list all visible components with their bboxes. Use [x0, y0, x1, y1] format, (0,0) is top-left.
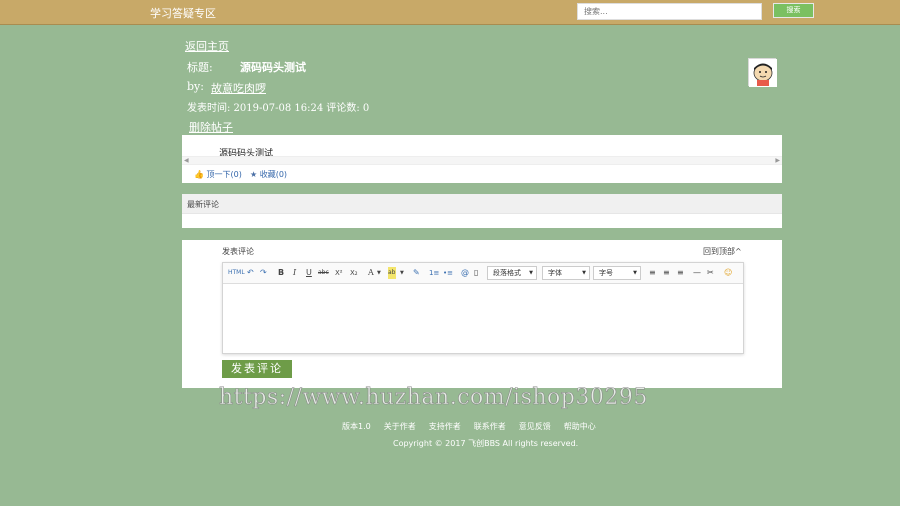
back-home-link[interactable]: 返回主页: [185, 38, 229, 54]
star-icon: ★: [250, 170, 258, 179]
superscript-button[interactable]: X²: [335, 267, 343, 279]
thumbs-up-icon: 👍: [194, 170, 204, 179]
unordered-list-icon[interactable]: •≡: [443, 267, 453, 279]
search-button[interactable]: 搜索: [773, 3, 814, 18]
clear-format-icon[interactable]: ✂: [707, 267, 714, 279]
undo-icon[interactable]: ↶: [247, 267, 254, 279]
format-brush-icon[interactable]: ✎: [413, 267, 420, 279]
avatar[interactable]: [748, 58, 777, 87]
post-content-box: 源码码头测试 ◀ ▶ 👍 顶一下(0) ★ 收藏(0): [182, 135, 782, 183]
font-color-button[interactable]: A: [368, 267, 374, 279]
post-title: 源码码头测试: [240, 61, 306, 74]
chevron-down-icon: ▼: [529, 270, 533, 276]
copyright: Copyright © 2017 飞创BBS All rights reserv…: [393, 439, 579, 448]
footer-links: 版本1.0 关于作者 支持作者 联系作者 意见反馈 帮助中心: [342, 421, 609, 432]
underline-button[interactable]: U: [306, 267, 312, 279]
ordered-list-icon[interactable]: 1≡: [429, 267, 439, 279]
scroll-right-icon[interactable]: ▶: [775, 157, 780, 165]
search-input[interactable]: [577, 3, 762, 20]
bold-button[interactable]: B: [278, 267, 284, 279]
horizontal-rule-icon[interactable]: —: [693, 267, 701, 279]
link-icon[interactable]: @: [461, 267, 469, 279]
highlight-caret-icon[interactable]: ▼: [400, 267, 404, 279]
comments-panel: 最新评论: [182, 194, 782, 228]
compose-panel: 发表评论 回到顶部^ HTML ↶ ↷ B I U abc X² X₂ A ▼ …: [182, 240, 782, 388]
footer-link[interactable]: 版本1.0: [342, 422, 371, 431]
by-label: by:: [187, 80, 204, 93]
delete-post-link[interactable]: 删除帖子: [189, 119, 233, 135]
comment-editor-area[interactable]: [223, 285, 743, 353]
paragraph-format-select[interactable]: 段落格式 ▼: [487, 266, 537, 280]
post-meta: 发表时间: 2019-07-08 16:24 评论数: 0: [187, 103, 370, 114]
strikethrough-button[interactable]: abc: [318, 267, 329, 279]
horizontal-scrollbar[interactable]: ◀ ▶: [182, 156, 782, 165]
scroll-left-icon[interactable]: ◀: [184, 157, 189, 165]
compose-label: 发表评论: [222, 247, 254, 256]
footer-link[interactable]: 帮助中心: [564, 422, 596, 431]
avatar-image: [749, 59, 777, 87]
html-source-button[interactable]: HTML: [228, 267, 245, 279]
top-navbar: 学习答疑专区 搜索: [0, 0, 900, 25]
rich-text-editor: HTML ↶ ↷ B I U abc X² X₂ A ▼ ab ▼ ✎ 1≡ •…: [222, 262, 744, 354]
align-center-icon[interactable]: ≡: [663, 267, 670, 279]
author-link[interactable]: 故意吃肉啰: [211, 80, 266, 96]
favorite-button[interactable]: ★ 收藏(0): [250, 169, 287, 180]
footer-link[interactable]: 关于作者: [384, 422, 416, 431]
comments-header: 最新评论: [182, 194, 782, 214]
footer-link[interactable]: 联系作者: [474, 422, 506, 431]
highlight-button[interactable]: ab: [388, 267, 396, 279]
font-family-value: 字体: [548, 269, 562, 277]
like-label: 顶一下(0): [206, 170, 242, 179]
emoji-icon[interactable]: ☺: [724, 267, 732, 279]
favorite-label: 收藏(0): [259, 170, 288, 179]
image-icon[interactable]: ▯: [474, 267, 478, 279]
footer-link[interactable]: 支持作者: [429, 422, 461, 431]
font-color-caret-icon[interactable]: ▼: [377, 267, 381, 279]
font-family-select[interactable]: 字体 ▼: [542, 266, 590, 280]
redo-icon[interactable]: ↷: [260, 267, 267, 279]
footer-link[interactable]: 意见反馈: [519, 422, 551, 431]
submit-comment-button[interactable]: 发表评论: [222, 360, 292, 378]
back-to-top-link[interactable]: 回到顶部^: [703, 246, 742, 257]
align-left-icon[interactable]: ≡: [649, 267, 656, 279]
editor-toolbar: HTML ↶ ↷ B I U abc X² X₂ A ▼ ab ▼ ✎ 1≡ •…: [223, 263, 743, 284]
watermark: https://www.huzhan.com/ishop30295: [219, 385, 648, 411]
site-title[interactable]: 学习答疑专区: [150, 5, 216, 21]
font-size-select[interactable]: 字号 ▼: [593, 266, 641, 280]
italic-button[interactable]: I: [293, 267, 296, 279]
like-button[interactable]: 👍 顶一下(0): [194, 169, 242, 180]
paragraph-format-value: 段落格式: [493, 269, 521, 277]
align-right-icon[interactable]: ≡: [677, 267, 684, 279]
font-size-value: 字号: [599, 269, 613, 277]
chevron-down-icon: ▼: [582, 270, 586, 276]
chevron-down-icon: ▼: [633, 270, 637, 276]
subscript-button[interactable]: X₂: [350, 267, 358, 279]
title-label: 标题:: [187, 61, 213, 74]
